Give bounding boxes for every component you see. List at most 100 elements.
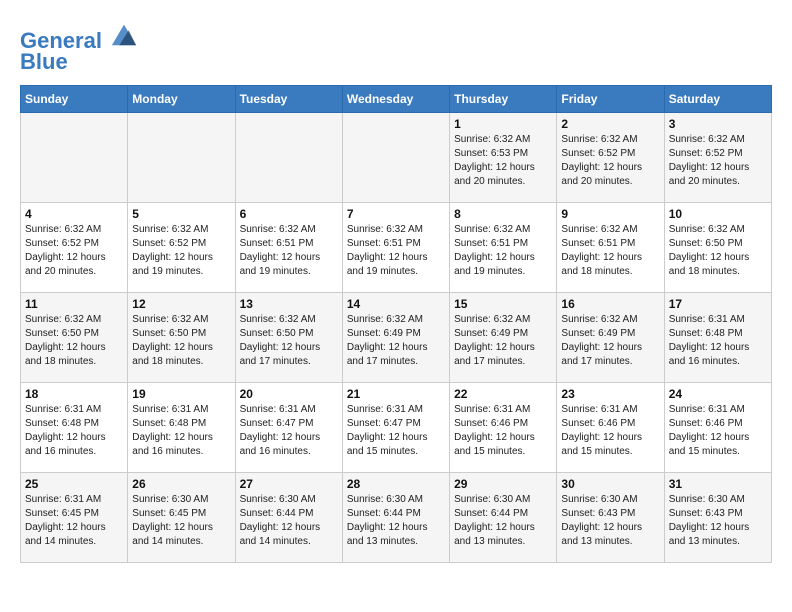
- week-row-3: 11 Sunrise: 6:32 AM Sunset: 6:50 PM Dayli…: [21, 293, 772, 383]
- calendar-cell: 8Sunrise: 6:32 AM Sunset: 6:51 PM Daylig…: [450, 203, 557, 293]
- calendar-cell: [342, 113, 449, 203]
- day-number: 3: [669, 117, 767, 131]
- weekday-header-sunday: Sunday: [21, 86, 128, 113]
- calendar-cell: 15 Sunrise: 6:32 AM Sunset: 6:49 PM Dayli…: [450, 293, 557, 383]
- calendar-cell: [21, 113, 128, 203]
- calendar-cell: 27 Sunrise: 6:30 AM Sunset: 6:44 PM Dayli…: [235, 473, 342, 563]
- logo-icon: [110, 20, 138, 48]
- calendar-cell: [235, 113, 342, 203]
- calendar-cell: 30Sunrise: 6:30 AM Sunset: 6:43 PM Dayli…: [557, 473, 664, 563]
- calendar-cell: 25 Sunrise: 6:31 AM Sunset: 6:45 PM Dayli…: [21, 473, 128, 563]
- day-number: 19: [132, 387, 230, 401]
- day-info: Sunrise: 6:31 AM Sunset: 6:46 PM Dayligh…: [561, 403, 659, 459]
- day-number: 26: [132, 477, 230, 491]
- calendar-cell: 19 Sunrise: 6:31 AM Sunset: 6:48 PM Dayli…: [128, 383, 235, 473]
- calendar-cell: 5 Sunrise: 6:32 AM Sunset: 6:52 PM Daylig…: [128, 203, 235, 293]
- day-number: 25: [25, 477, 123, 491]
- day-info: Sunrise: 6:31 AM Sunset: 6:47 PM Dayligh…: [347, 403, 445, 459]
- day-number: 17: [669, 297, 767, 311]
- calendar-cell: 3 Sunrise: 6:32 AM Sunset: 6:52 PM Daylig…: [664, 113, 771, 203]
- day-number: 10: [669, 207, 767, 221]
- calendar-cell: 21 Sunrise: 6:31 AM Sunset: 6:47 PM Dayli…: [342, 383, 449, 473]
- calendar-cell: 28 Sunrise: 6:30 AM Sunset: 6:44 PM Dayli…: [342, 473, 449, 563]
- day-info: Sunrise: 6:32 AM Sunset: 6:51 PM Dayligh…: [561, 223, 659, 279]
- calendar-cell: 24Sunrise: 6:31 AM Sunset: 6:46 PM Dayli…: [664, 383, 771, 473]
- calendar-cell: 10 Sunrise: 6:32 AM Sunset: 6:50 PM Dayli…: [664, 203, 771, 293]
- day-info: Sunrise: 6:31 AM Sunset: 6:47 PM Dayligh…: [240, 403, 338, 459]
- calendar-cell: 1Sunrise: 6:32 AM Sunset: 6:53 PM Daylig…: [450, 113, 557, 203]
- day-info: Sunrise: 6:31 AM Sunset: 6:46 PM Dayligh…: [454, 403, 552, 459]
- day-info: Sunrise: 6:32 AM Sunset: 6:49 PM Dayligh…: [347, 313, 445, 369]
- day-number: 16: [561, 297, 659, 311]
- calendar-cell: 29 Sunrise: 6:30 AM Sunset: 6:44 PM Dayli…: [450, 473, 557, 563]
- weekday-header-row: SundayMondayTuesdayWednesdayThursdayFrid…: [21, 86, 772, 113]
- weekday-header-friday: Friday: [557, 86, 664, 113]
- day-info: Sunrise: 6:32 AM Sunset: 6:50 PM Dayligh…: [25, 313, 123, 369]
- day-number: 20: [240, 387, 338, 401]
- day-number: 15: [454, 297, 552, 311]
- day-number: 24: [669, 387, 767, 401]
- logo: General Blue: [20, 20, 138, 75]
- day-number: 14: [347, 297, 445, 311]
- calendar-cell: 23 Sunrise: 6:31 AM Sunset: 6:46 PM Dayli…: [557, 383, 664, 473]
- day-info: Sunrise: 6:32 AM Sunset: 6:52 PM Dayligh…: [132, 223, 230, 279]
- day-number: 27: [240, 477, 338, 491]
- day-info: Sunrise: 6:31 AM Sunset: 6:48 PM Dayligh…: [132, 403, 230, 459]
- day-info: Sunrise: 6:32 AM Sunset: 6:50 PM Dayligh…: [669, 223, 767, 279]
- day-number: 6: [240, 207, 338, 221]
- day-number: 29: [454, 477, 552, 491]
- weekday-header-wednesday: Wednesday: [342, 86, 449, 113]
- weekday-header-tuesday: Tuesday: [235, 86, 342, 113]
- day-number: 4: [25, 207, 123, 221]
- calendar-cell: 2 Sunrise: 6:32 AM Sunset: 6:52 PM Daylig…: [557, 113, 664, 203]
- day-number: 28: [347, 477, 445, 491]
- day-number: 18: [25, 387, 123, 401]
- calendar-cell: 14 Sunrise: 6:32 AM Sunset: 6:49 PM Dayli…: [342, 293, 449, 383]
- day-number: 9: [561, 207, 659, 221]
- day-info: Sunrise: 6:30 AM Sunset: 6:44 PM Dayligh…: [454, 493, 552, 549]
- calendar-cell: 4 Sunrise: 6:32 AM Sunset: 6:52 PM Daylig…: [21, 203, 128, 293]
- week-row-4: 18 Sunrise: 6:31 AM Sunset: 6:48 PM Dayli…: [21, 383, 772, 473]
- week-row-1: 1Sunrise: 6:32 AM Sunset: 6:53 PM Daylig…: [21, 113, 772, 203]
- day-info: Sunrise: 6:32 AM Sunset: 6:51 PM Dayligh…: [240, 223, 338, 279]
- day-number: 31: [669, 477, 767, 491]
- week-row-5: 25 Sunrise: 6:31 AM Sunset: 6:45 PM Dayli…: [21, 473, 772, 563]
- day-info: Sunrise: 6:30 AM Sunset: 6:43 PM Dayligh…: [669, 493, 767, 549]
- weekday-header-saturday: Saturday: [664, 86, 771, 113]
- calendar-cell: 6 Sunrise: 6:32 AM Sunset: 6:51 PM Daylig…: [235, 203, 342, 293]
- calendar-cell: 31 Sunrise: 6:30 AM Sunset: 6:43 PM Dayli…: [664, 473, 771, 563]
- day-number: 8: [454, 207, 552, 221]
- day-info: Sunrise: 6:32 AM Sunset: 6:49 PM Dayligh…: [454, 313, 552, 369]
- day-info: Sunrise: 6:32 AM Sunset: 6:50 PM Dayligh…: [132, 313, 230, 369]
- calendar-cell: 16 Sunrise: 6:32 AM Sunset: 6:49 PM Dayli…: [557, 293, 664, 383]
- day-number: 23: [561, 387, 659, 401]
- calendar-cell: 11 Sunrise: 6:32 AM Sunset: 6:50 PM Dayli…: [21, 293, 128, 383]
- day-number: 22: [454, 387, 552, 401]
- calendar-cell: [128, 113, 235, 203]
- week-row-2: 4 Sunrise: 6:32 AM Sunset: 6:52 PM Daylig…: [21, 203, 772, 293]
- calendar-cell: 12Sunrise: 6:32 AM Sunset: 6:50 PM Dayli…: [128, 293, 235, 383]
- day-number: 11: [25, 297, 123, 311]
- day-info: Sunrise: 6:32 AM Sunset: 6:49 PM Dayligh…: [561, 313, 659, 369]
- day-number: 13: [240, 297, 338, 311]
- calendar-cell: 18Sunrise: 6:31 AM Sunset: 6:48 PM Dayli…: [21, 383, 128, 473]
- calendar-cell: 17Sunrise: 6:31 AM Sunset: 6:48 PM Dayli…: [664, 293, 771, 383]
- day-number: 1: [454, 117, 552, 131]
- day-info: Sunrise: 6:30 AM Sunset: 6:45 PM Dayligh…: [132, 493, 230, 549]
- day-info: Sunrise: 6:32 AM Sunset: 6:51 PM Dayligh…: [347, 223, 445, 279]
- weekday-header-monday: Monday: [128, 86, 235, 113]
- day-info: Sunrise: 6:32 AM Sunset: 6:52 PM Dayligh…: [25, 223, 123, 279]
- day-info: Sunrise: 6:32 AM Sunset: 6:52 PM Dayligh…: [561, 133, 659, 189]
- day-number: 5: [132, 207, 230, 221]
- day-info: Sunrise: 6:31 AM Sunset: 6:45 PM Dayligh…: [25, 493, 123, 549]
- day-info: Sunrise: 6:30 AM Sunset: 6:43 PM Dayligh…: [561, 493, 659, 549]
- calendar-cell: 26 Sunrise: 6:30 AM Sunset: 6:45 PM Dayli…: [128, 473, 235, 563]
- day-info: Sunrise: 6:30 AM Sunset: 6:44 PM Dayligh…: [347, 493, 445, 549]
- weekday-header-thursday: Thursday: [450, 86, 557, 113]
- calendar-cell: 20 Sunrise: 6:31 AM Sunset: 6:47 PM Dayli…: [235, 383, 342, 473]
- day-number: 21: [347, 387, 445, 401]
- day-info: Sunrise: 6:30 AM Sunset: 6:44 PM Dayligh…: [240, 493, 338, 549]
- day-info: Sunrise: 6:32 AM Sunset: 6:50 PM Dayligh…: [240, 313, 338, 369]
- day-info: Sunrise: 6:32 AM Sunset: 6:52 PM Dayligh…: [669, 133, 767, 189]
- day-number: 2: [561, 117, 659, 131]
